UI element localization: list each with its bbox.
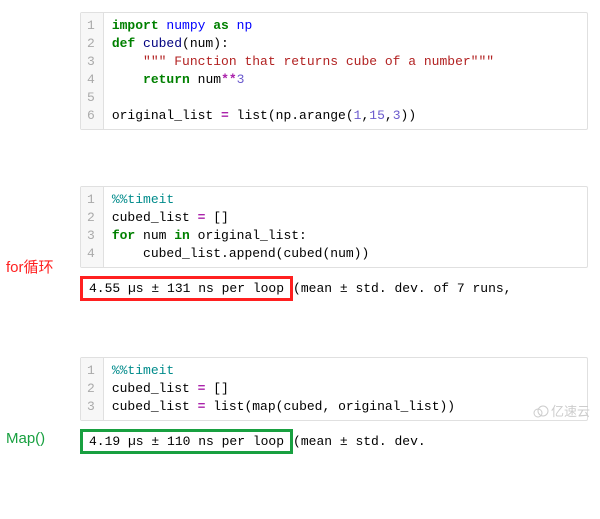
- map-output-line: 4.19 µs ± 110 ns per loop (mean ± std. d…: [80, 429, 588, 454]
- line-gutter: 1 2 3 4: [81, 187, 104, 267]
- code-content: %%timeit cubed_list = [] for num in orig…: [104, 187, 377, 267]
- code-block-map: 1 2 3 %%timeit cubed_list = [] cubed_lis…: [80, 357, 588, 421]
- line-gutter: 1 2 3 4 5 6: [81, 13, 104, 129]
- map-label: Map(): [6, 430, 45, 447]
- code-content: import numpy as np def cubed(num): """ F…: [104, 13, 502, 129]
- for-loop-label: for循环: [6, 256, 54, 277]
- map-output-rest: (mean ± std. dev.: [293, 434, 426, 449]
- for-output-rest: (mean ± std. dev. of 7 runs,: [293, 281, 511, 296]
- map-timing-highlight: 4.19 µs ± 110 ns per loop: [80, 429, 293, 454]
- watermark: 亿速云: [533, 401, 590, 420]
- cloud-icon: [533, 403, 549, 419]
- code-content: %%timeit cubed_list = [] cubed_list = li…: [104, 358, 463, 420]
- line-gutter: 1 2 3: [81, 358, 104, 420]
- code-block-for: 1 2 3 4 %%timeit cubed_list = [] for num…: [80, 186, 588, 268]
- for-output-line: 4.55 µs ± 131 ns per loop (mean ± std. d…: [80, 276, 588, 301]
- for-timing-highlight: 4.55 µs ± 131 ns per loop: [80, 276, 293, 301]
- code-block-setup: 1 2 3 4 5 6 import numpy as np def cubed…: [80, 12, 588, 130]
